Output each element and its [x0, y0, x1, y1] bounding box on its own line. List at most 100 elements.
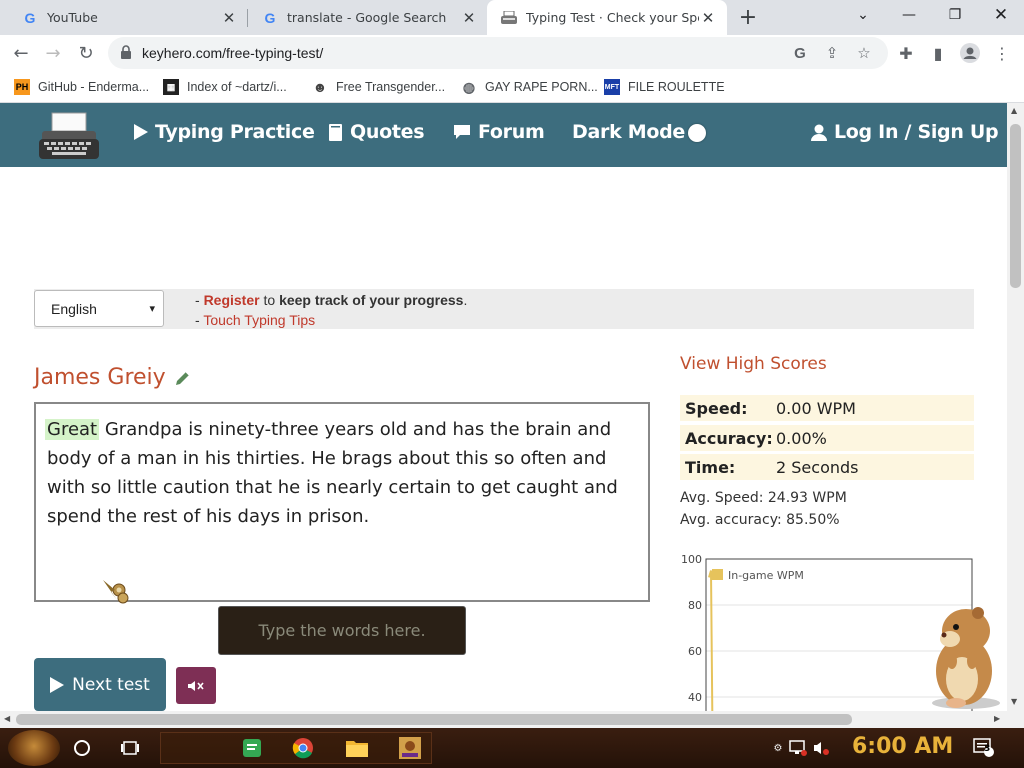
nav-quotes[interactable]: Quotes — [328, 121, 425, 143]
nav-label: Log In / Sign Up — [834, 121, 999, 143]
bookmark-star-icon[interactable]: ☆ — [854, 43, 874, 63]
passage-box: Great Grandpa is ninety-three years old … — [34, 402, 650, 604]
tips-line: - Touch Typing Tips — [195, 312, 315, 328]
user-icon — [811, 124, 827, 141]
tab-title: translate - Google Search — [287, 10, 447, 25]
close-window-button[interactable]: ✕ — [978, 0, 1024, 30]
view-high-scores-link[interactable]: View High Scores — [680, 354, 827, 374]
mute-button[interactable] — [176, 667, 216, 704]
pencil-edit-icon[interactable] — [174, 369, 192, 387]
bookmark-item[interactable]: ▦ Index of ~dartz/i... — [163, 77, 287, 97]
stat-label: Time: — [685, 457, 736, 477]
menu-kebab-icon[interactable]: ⋮ — [990, 39, 1014, 67]
nav-typing-practice[interactable]: Typing Practice — [134, 121, 315, 143]
register-link[interactable]: Register — [204, 292, 260, 308]
side-panel-icon[interactable]: ▮ — [926, 39, 950, 67]
nav-login[interactable]: Log In / Sign Up — [811, 121, 999, 143]
passage-rest: Grandpa is ninety-three years old and ha… — [47, 419, 618, 527]
ph-icon: PH — [14, 79, 30, 95]
minimize-button[interactable]: — — [886, 0, 932, 30]
bookmark-item[interactable]: ◍ GAY RAPE PORN... — [461, 77, 598, 97]
chart-legend-swatch — [712, 569, 723, 580]
extensions-icon[interactable]: ✚ — [894, 39, 918, 67]
volume-mute-icon[interactable] — [808, 734, 836, 762]
taskbar: ⚙ 6:00 AM 3 — [0, 728, 1024, 768]
tab-translate[interactable]: G translate - Google Search ✕ — [248, 0, 488, 35]
tab-youtube[interactable]: G YouTube ✕ — [8, 0, 248, 35]
bookmark-label: GitHub - Enderma... — [38, 80, 150, 94]
avg-speed: Avg. Speed: 24.93 WPM — [680, 490, 847, 506]
mft-icon: MFT — [604, 79, 620, 95]
next-test-button[interactable]: Next test — [34, 658, 166, 711]
stat-label: Accuracy: — [685, 428, 773, 448]
bookmark-item[interactable]: MFT FILE ROULETTE — [604, 77, 725, 97]
bookmark-label: Index of ~dartz/i... — [187, 80, 287, 94]
typing-input[interactable]: Type the words here. — [218, 606, 466, 655]
steampunk-cursor-icon — [103, 580, 129, 604]
notifications-icon[interactable]: 3 — [970, 734, 998, 762]
stat-accuracy: Accuracy: 0.00% — [680, 425, 974, 451]
register-suffix: keep track of your progress — [279, 292, 464, 308]
cortana-circle-icon[interactable] — [68, 734, 96, 762]
avg-accuracy: Avg. accuracy: 85.50% — [680, 512, 840, 528]
address-bar[interactable]: keyhero.com/free-typing-test/ G ⇪ ☆ — [108, 37, 888, 69]
game-app-icon[interactable] — [396, 734, 424, 762]
language-value: English — [51, 300, 97, 317]
close-icon[interactable]: ✕ — [460, 9, 478, 27]
stat-value: 2 Seconds — [776, 457, 859, 477]
forward-icon[interactable]: → — [39, 39, 67, 67]
stat-speed: Speed: 0.00 WPM — [680, 395, 974, 421]
tab-title: YouTube — [47, 10, 98, 25]
bookmark-item[interactable]: PH GitHub - Enderma... — [14, 77, 149, 97]
photo-icon: ▦ — [163, 79, 179, 95]
restore-button[interactable]: ❐ — [932, 0, 978, 30]
start-button[interactable] — [8, 730, 60, 766]
next-test-label: Next test — [72, 674, 150, 695]
file-explorer-icon[interactable] — [343, 734, 371, 762]
nav-label: Quotes — [350, 121, 425, 143]
scroll-left-icon[interactable]: ◀ — [4, 714, 10, 723]
mask-icon: ☻ — [312, 79, 328, 95]
chart-legend-label: In-game WPM — [728, 569, 804, 582]
task-view-icon[interactable] — [116, 734, 144, 762]
reload-icon[interactable]: ↻ — [72, 39, 100, 67]
play-icon — [134, 124, 148, 140]
passage-text: Great Grandpa is ninety-three years old … — [45, 415, 637, 531]
bookmark-item[interactable]: ☻ Free Transgender... — [312, 77, 445, 97]
dark-mode-toggle[interactable] — [688, 124, 706, 142]
touch-typing-tips-link[interactable]: Touch Typing Tips — [203, 312, 315, 328]
chevron-down-icon: ▾ — [149, 303, 155, 315]
share-icon[interactable]: ⇪ — [822, 43, 842, 63]
chrome-icon[interactable] — [289, 734, 317, 762]
chart-y-tick-label: 60 — [688, 645, 702, 658]
horizontal-scroll-thumb[interactable] — [16, 714, 852, 725]
close-icon[interactable]: ✕ — [699, 9, 717, 27]
chart-y-tick-label: 100 — [681, 553, 702, 566]
stat-value: 0.00 WPM — [776, 398, 856, 418]
chart-y-tick-label: 40 — [688, 691, 702, 704]
profile-avatar-icon[interactable] — [958, 39, 982, 67]
tab-search-icon[interactable]: ⌄ — [840, 0, 886, 30]
nav-forum[interactable]: Forum — [453, 121, 545, 143]
bookmark-label: GAY RAPE PORN... — [485, 80, 598, 94]
bookmark-label: FILE ROULETTE — [628, 80, 725, 94]
scroll-up-icon[interactable]: ▲ — [1011, 106, 1017, 115]
language-select[interactable]: English ▾ — [34, 290, 164, 327]
scroll-down-icon[interactable]: ▼ — [1011, 697, 1017, 706]
close-icon[interactable]: ✕ — [220, 9, 238, 27]
tab-typing-test[interactable]: Typing Test · Check your Spee ✕ — [487, 0, 727, 35]
sticky-notes-icon[interactable] — [238, 734, 266, 762]
globe-icon: ◍ — [462, 78, 476, 95]
player-name: James Greiy — [34, 365, 192, 390]
typewriter-logo-icon[interactable] — [38, 111, 100, 161]
current-word: Great — [45, 419, 100, 440]
typewriter-icon — [501, 10, 517, 26]
tab-bar: G YouTube ✕ G translate - Google Search … — [0, 0, 1024, 35]
player-name-text: James Greiy — [34, 365, 166, 390]
google-lens-icon[interactable]: G — [790, 43, 810, 63]
scroll-right-icon[interactable]: ▶ — [994, 714, 1000, 723]
vertical-scroll-thumb[interactable] — [1010, 124, 1021, 288]
back-icon[interactable]: ← — [7, 39, 35, 67]
new-tab-button[interactable]: + — [736, 5, 760, 30]
taskbar-clock[interactable]: 6:00 AM — [852, 734, 953, 759]
